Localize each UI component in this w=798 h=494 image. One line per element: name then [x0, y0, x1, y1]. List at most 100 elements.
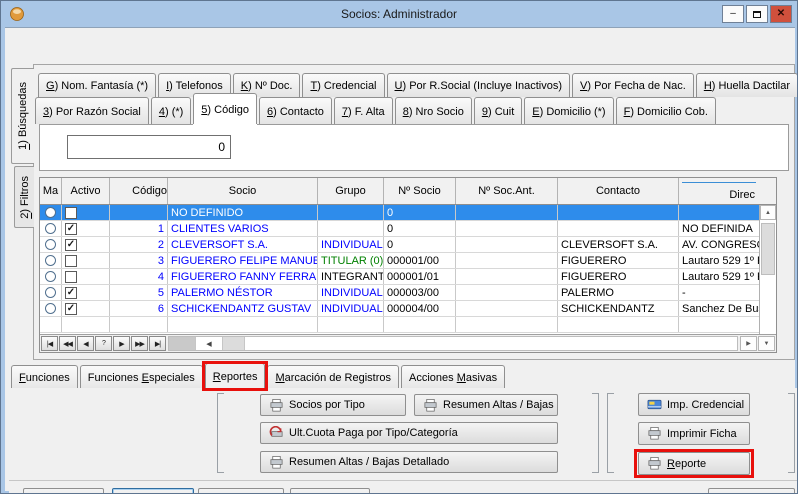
row-checkbox[interactable]: ✓ [65, 223, 77, 235]
vertical-scroll-thumb[interactable] [761, 223, 775, 275]
row-checkbox[interactable] [65, 271, 77, 283]
ult-cuota-paga-button[interactable]: Ult.Cuota Paga por Tipo/Categoría [260, 422, 558, 444]
nav-locate-button[interactable]: ? [95, 336, 112, 351]
scroll-down-icon[interactable]: ▼ [758, 336, 775, 351]
cambiar-button[interactable]: Cambiar [112, 488, 194, 494]
codigo-search-input[interactable] [67, 135, 231, 159]
reportes-panel: Socios por Tipo Resumen Altas / Bajas Ul… [9, 388, 798, 480]
col-header-marca[interactable]: Ma [40, 178, 62, 204]
close-button[interactable]: ✕ [770, 5, 792, 23]
table-row[interactable]: 4 FIGUERERO FANNY FERRA INTEGRANT 000001… [40, 269, 759, 285]
row-checkbox[interactable] [65, 255, 77, 267]
busquedas-page: G) Nom. Fantasía (*) I) Telefonos K) Nº … [33, 64, 795, 360]
imprimir-ficha-button[interactable]: Imprimir Ficha [638, 422, 750, 445]
tab-nom-fantasia[interactable]: G) Nom. Fantasía (*) [38, 73, 156, 97]
borrar-button[interactable]: Borrar [198, 488, 284, 494]
tab-codigo[interactable]: 5) Código [193, 93, 257, 124]
minimize-button[interactable]: – [722, 5, 744, 23]
nav-last-button[interactable]: ▶| [149, 336, 166, 351]
table-row-empty[interactable] [40, 317, 759, 333]
row-checkbox[interactable]: ✓ [65, 303, 77, 315]
ver-button[interactable]: Ver [290, 488, 370, 494]
col-header-direccion[interactable]: Direc [679, 178, 759, 204]
grid-header: Ma Activo Código Socio Grupo Nº Socio Nº… [40, 178, 776, 205]
socios-window: Socios: Administrador – ✕ 1) Búsquedas 2… [0, 0, 798, 494]
side-tab-filtros[interactable]: 2) Filtros [14, 166, 34, 228]
nav-next-page-button[interactable]: ▶▶ [131, 336, 148, 351]
horizontal-scrollbar[interactable]: ◀ [168, 336, 738, 351]
nav-prev-page-button[interactable]: ◀◀ [59, 336, 76, 351]
table-row[interactable]: ✓ 1 CLIENTES VARIOS 0 NO DEFINIDA [40, 221, 759, 237]
tab-cuit[interactable]: 9) Cuit [474, 97, 522, 124]
tab-acciones-masivas[interactable]: Acciones Masivas [401, 365, 505, 388]
imp-credencial-button[interactable]: Imp. Credencial [638, 393, 750, 416]
row-radio[interactable] [45, 239, 56, 250]
scroll-up-icon[interactable]: ▲ [760, 205, 776, 220]
col-header-socio[interactable]: Socio [168, 178, 318, 204]
printer-icon [269, 398, 284, 413]
col-header-grupo[interactable]: Grupo [318, 178, 384, 204]
row-radio[interactable] [45, 223, 56, 234]
tab-domicilio-cob[interactable]: F) Domicilio Cob. [616, 97, 716, 124]
row-checkbox[interactable]: ✓ [65, 287, 77, 299]
bottom-tabs: Funciones Funciones Especiales Reportes … [11, 365, 505, 388]
printer-icon [269, 455, 284, 470]
row-checkbox[interactable] [65, 207, 77, 219]
row-radio[interactable] [45, 255, 56, 266]
tab-contacto[interactable]: 6) Contacto [259, 97, 332, 124]
tab-credencial[interactable]: T) Credencial [302, 73, 384, 97]
tab-funciones-especiales[interactable]: Funciones Especiales [80, 365, 203, 388]
tab-huella-dactilar[interactable]: H) Huella Dactilar [696, 73, 798, 97]
window-title: Socios: Administrador [1, 7, 797, 21]
col-header-nro-soc-ant[interactable]: Nº Soc.Ant. [456, 178, 558, 204]
row-checkbox[interactable]: ✓ [65, 239, 77, 251]
tab-marcacion-registros[interactable]: Marcación de Registros [267, 365, 399, 388]
table-row[interactable]: ✓ 6 SCHICKENDANTZ GUSTAV INDIVIDUAL 0000… [40, 301, 759, 317]
nav-next-button[interactable]: ▶ [113, 336, 130, 351]
resumen-altas-bajas-button[interactable]: Resumen Altas / Bajas [414, 394, 558, 416]
maximize-icon [753, 11, 761, 18]
table-row[interactable]: ✓ 5 PALERMO NÉSTOR INDIVIDUAL 000003/00 … [40, 285, 759, 301]
titlebar[interactable]: Socios: Administrador – ✕ [1, 1, 797, 27]
tab-4[interactable]: 4) (*) [151, 97, 191, 124]
horizontal-scroll-thumb[interactable] [223, 337, 245, 350]
col-header-codigo[interactable]: Código [110, 178, 168, 204]
tab-por-razon-social[interactable]: 3) Por Razón Social [35, 97, 149, 124]
tab-domicilio[interactable]: E) Domicilio (*) [524, 97, 613, 124]
maximize-button[interactable] [746, 5, 768, 23]
resumen-detallado-button[interactable]: Resumen Altas / Bajas Detallado [260, 451, 558, 473]
agregar-button[interactable]: Agregar [23, 488, 104, 494]
close-icon: ✕ [777, 9, 785, 19]
sort-indicator-line [682, 182, 756, 183]
scroll-left-icon[interactable]: ◀ [195, 337, 223, 350]
row-radio[interactable] [45, 271, 56, 282]
row-radio[interactable] [45, 303, 56, 314]
nav-prev-button[interactable]: ◀ [77, 336, 94, 351]
tab-por-fecha-nac[interactable]: V) Por Fecha de Nac. [572, 73, 694, 97]
table-row[interactable]: NO DEFINIDO 0 [40, 205, 759, 221]
col-header-contacto[interactable]: Contacto [558, 178, 679, 204]
tab-f-alta[interactable]: 7) F. Alta [334, 97, 393, 124]
credential-card-icon [647, 397, 662, 412]
tab-reportes[interactable]: Reportes [205, 363, 266, 388]
table-row[interactable]: 3 FIGUERERO FELIPE MANUE TITULAR (0) 000… [40, 253, 759, 269]
client-area: 1) Búsquedas 2) Filtros G) Nom. Fantasía… [5, 27, 795, 491]
socios-por-tipo-button[interactable]: Socios por Tipo [260, 394, 406, 416]
tab-nro-socio[interactable]: 8) Nro Socio [395, 97, 472, 124]
col-header-nro-socio[interactable]: Nº Socio [384, 178, 456, 204]
tab-funciones[interactable]: Funciones [11, 365, 78, 388]
scroll-right-icon[interactable]: ▶ [740, 336, 757, 351]
printer-icon [423, 398, 438, 413]
row-radio[interactable] [45, 287, 56, 298]
reporte-button[interactable]: Reporte [638, 452, 750, 475]
vertical-scrollbar[interactable]: ▲ [759, 205, 776, 334]
table-row[interactable]: ✓ 2 CLEVERSOFT S.A. INDIVIDUAL 0 CLEVERS… [40, 237, 759, 253]
salir-button[interactable]: Salir [708, 488, 795, 494]
row-radio[interactable] [45, 207, 56, 218]
tab-por-rsocial[interactable]: U) Por R.Social (Incluye Inactivos) [387, 73, 571, 97]
side-tab-busquedas[interactable]: 1) Búsquedas [11, 68, 34, 164]
group-bracket [788, 393, 795, 473]
col-header-activo[interactable]: Activo [62, 178, 110, 204]
nav-first-button[interactable]: |◀ [41, 336, 58, 351]
footer-bar: Agregar Cambiar Borrar Ver Ult. Cuota Pa… [9, 480, 798, 494]
